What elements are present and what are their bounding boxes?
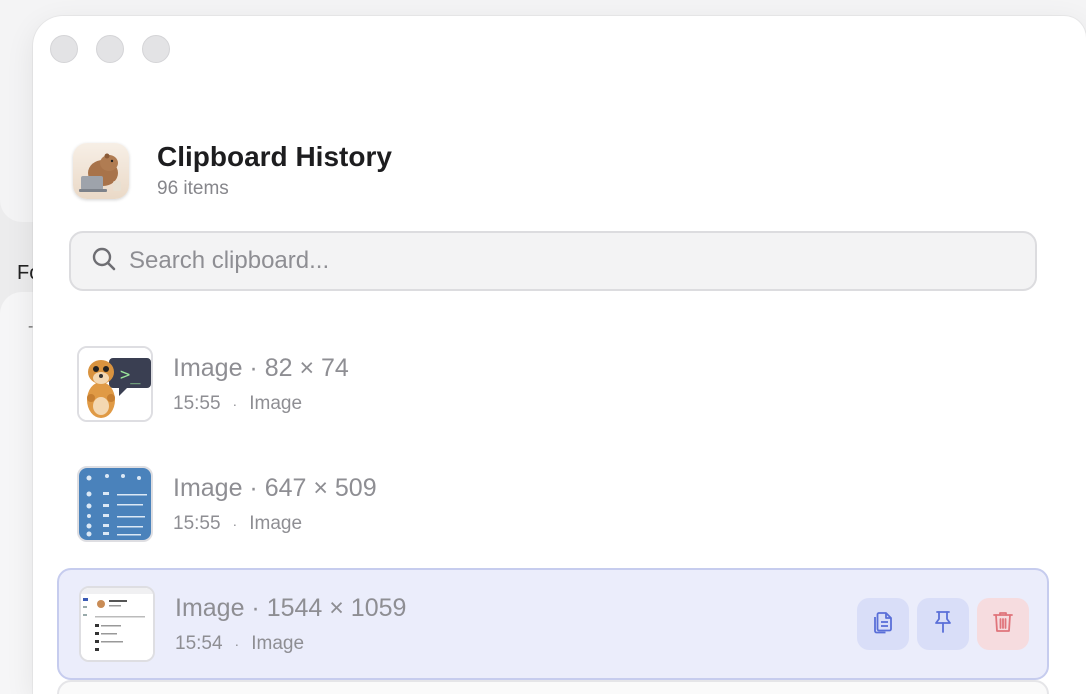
white-screenshot-thumbnail <box>79 586 155 662</box>
item-title: Image · 1544 × 1059 <box>175 593 407 622</box>
meerkat-terminal-thumbnail: >_ <box>77 346 153 422</box>
item-time: 15:55 <box>173 512 221 534</box>
pin-button[interactable] <box>917 598 969 650</box>
delete-button[interactable] <box>977 598 1029 650</box>
search-bar[interactable] <box>69 231 1037 291</box>
item-title: Image · 82 × 74 <box>173 353 349 382</box>
item-time: 15:54 <box>175 632 223 654</box>
window-controls <box>50 35 170 63</box>
item-kind: Image <box>249 512 303 534</box>
minimize-window-button[interactable] <box>96 35 124 63</box>
header: Clipboard History 96 items <box>73 141 392 200</box>
close-window-button[interactable] <box>50 35 78 63</box>
separator-dot: · <box>232 395 238 412</box>
trash-icon <box>990 609 1016 640</box>
page-title: Clipboard History <box>157 141 392 172</box>
list-item[interactable]: Image · 647 × 509 15:55 · Image <box>57 448 1049 560</box>
clipboard-window: Clipboard History 96 items >_ <box>33 16 1086 694</box>
item-subtitle: 15:54 · Image <box>175 633 406 655</box>
item-subtitle: 15:55 · Image <box>173 513 377 535</box>
item-kind: Image <box>249 392 303 414</box>
search-icon <box>91 246 117 277</box>
copy-icon <box>870 609 896 640</box>
capybara-app-icon <box>73 142 129 199</box>
list-item[interactable]: >_ Image · 82 × 74 15:55 · Image <box>57 328 1049 440</box>
item-time: 15:55 <box>173 392 221 414</box>
item-kind: Image <box>251 632 305 654</box>
item-title: Image · 647 × 509 <box>173 473 377 502</box>
blue-screenshot-thumbnail <box>77 466 153 542</box>
pin-icon <box>930 609 956 640</box>
search-input[interactable] <box>129 247 989 275</box>
zoom-window-button[interactable] <box>142 35 170 63</box>
copy-button[interactable] <box>857 598 909 650</box>
separator-dot: · <box>232 515 238 532</box>
list-item-selected[interactable]: Image · 1544 × 1059 15:54 · Image <box>57 568 1049 680</box>
item-count: 96 items <box>157 178 229 199</box>
list-item-partial[interactable] <box>57 680 1049 694</box>
item-subtitle: 15:55 · Image <box>173 393 349 415</box>
clipboard-list: >_ Image · 82 × 74 15:55 · Image Image ·… <box>57 328 1049 688</box>
item-actions <box>857 598 1029 650</box>
separator-dot: · <box>234 635 240 652</box>
svg-text:>_: >_ <box>120 365 141 385</box>
